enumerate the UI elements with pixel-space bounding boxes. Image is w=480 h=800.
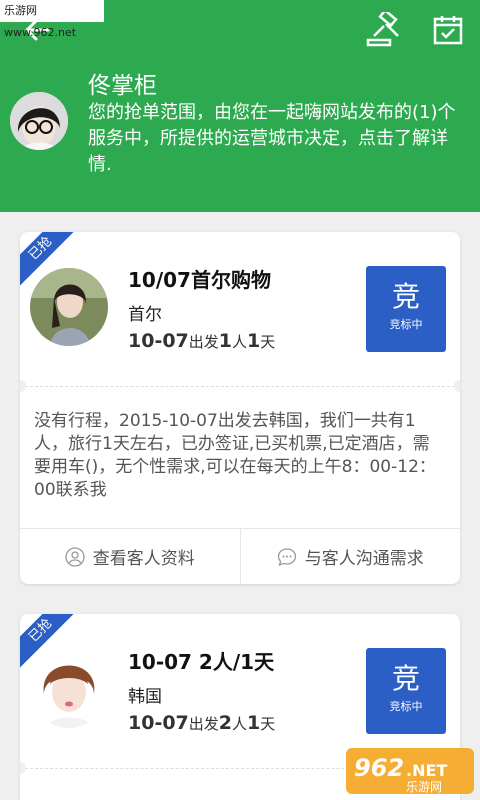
order-card[interactable]: 已抢 10/07首尔购物 首尔 10-07出发1人1天 竞 竞标中 没有行程，2…	[20, 232, 460, 584]
grab-range-description[interactable]: 您的抢单范围，由您在一起嗨网站发布的(1)个服务中，所提供的运营城市决定，点击了…	[88, 100, 460, 178]
view-customer-profile-label: 查看客人资料	[92, 549, 195, 569]
calendar-button[interactable]	[432, 14, 464, 46]
order-actions: 查看客人资料 与客人沟通需求	[20, 528, 460, 584]
trip-days-unit: 天	[260, 715, 276, 733]
watermark-top: 乐游网 www.962.net	[0, 0, 104, 39]
calendar-check-icon	[433, 16, 463, 45]
trip-date: 10-07	[128, 330, 189, 352]
user-avatar[interactable]	[10, 92, 68, 150]
trip-days: 1	[247, 330, 261, 352]
chat-with-customer-button[interactable]: 与客人沟通需求	[239, 529, 461, 584]
order-city: 首尔	[128, 305, 162, 325]
customer-avatar-image	[30, 650, 108, 728]
order-description: 没有行程，2015-10-07出发去韩国，我们一共有1人，旅行1天左右，已办签证…	[34, 411, 436, 500]
trip-people: 1	[218, 330, 233, 352]
watermark-num: 962	[354, 754, 404, 782]
customer-avatar	[30, 268, 108, 346]
trip-date: 10-07	[128, 712, 189, 734]
bid-char: 竞	[391, 662, 420, 695]
site-watermark-logo: 962 .NET 乐游网	[346, 748, 474, 794]
trip-people-unit: 人	[232, 333, 248, 351]
order-title: 10-07 2人/1天	[128, 650, 275, 674]
ticket-notch	[454, 380, 460, 392]
trip-summary: 10-07出发1人1天	[128, 330, 275, 352]
customer-avatar-image	[30, 268, 108, 346]
trip-depart-label: 出发	[188, 333, 219, 351]
order-title: 10/07首尔购物	[128, 268, 271, 292]
bid-button[interactable]: 竞 竞标中	[366, 266, 446, 352]
bid-status: 竞标中	[389, 318, 423, 331]
gavel-icon	[366, 8, 399, 47]
trip-days: 1	[247, 712, 261, 734]
trip-days-unit: 天	[260, 333, 276, 351]
order-city: 韩国	[128, 687, 162, 707]
person-icon	[65, 546, 85, 567]
bid-button[interactable]: 竞 竞标中	[366, 648, 446, 734]
bid-status: 竞标中	[389, 700, 423, 713]
auction-button[interactable]	[364, 8, 404, 48]
customer-avatar	[30, 650, 108, 728]
user-avatar-image	[10, 92, 68, 150]
trip-depart-label: 出发	[188, 715, 219, 733]
ticket-notch	[20, 762, 26, 774]
ticket-notch	[20, 380, 26, 392]
watermark-suffix: .NET	[406, 761, 447, 780]
user-name: 佟掌柜	[88, 73, 157, 99]
chat-bubble-icon	[277, 547, 296, 566]
chat-with-customer-label: 与客人沟通需求	[304, 549, 424, 569]
trip-summary: 10-07出发2人1天	[128, 712, 275, 734]
bid-char: 竞	[391, 280, 420, 313]
divider	[20, 386, 460, 387]
view-customer-profile-button[interactable]: 查看客人资料	[20, 529, 240, 584]
trip-people: 2	[218, 712, 233, 734]
trip-people-unit: 人	[232, 715, 248, 733]
watermark-cn: 乐游网	[406, 780, 442, 794]
